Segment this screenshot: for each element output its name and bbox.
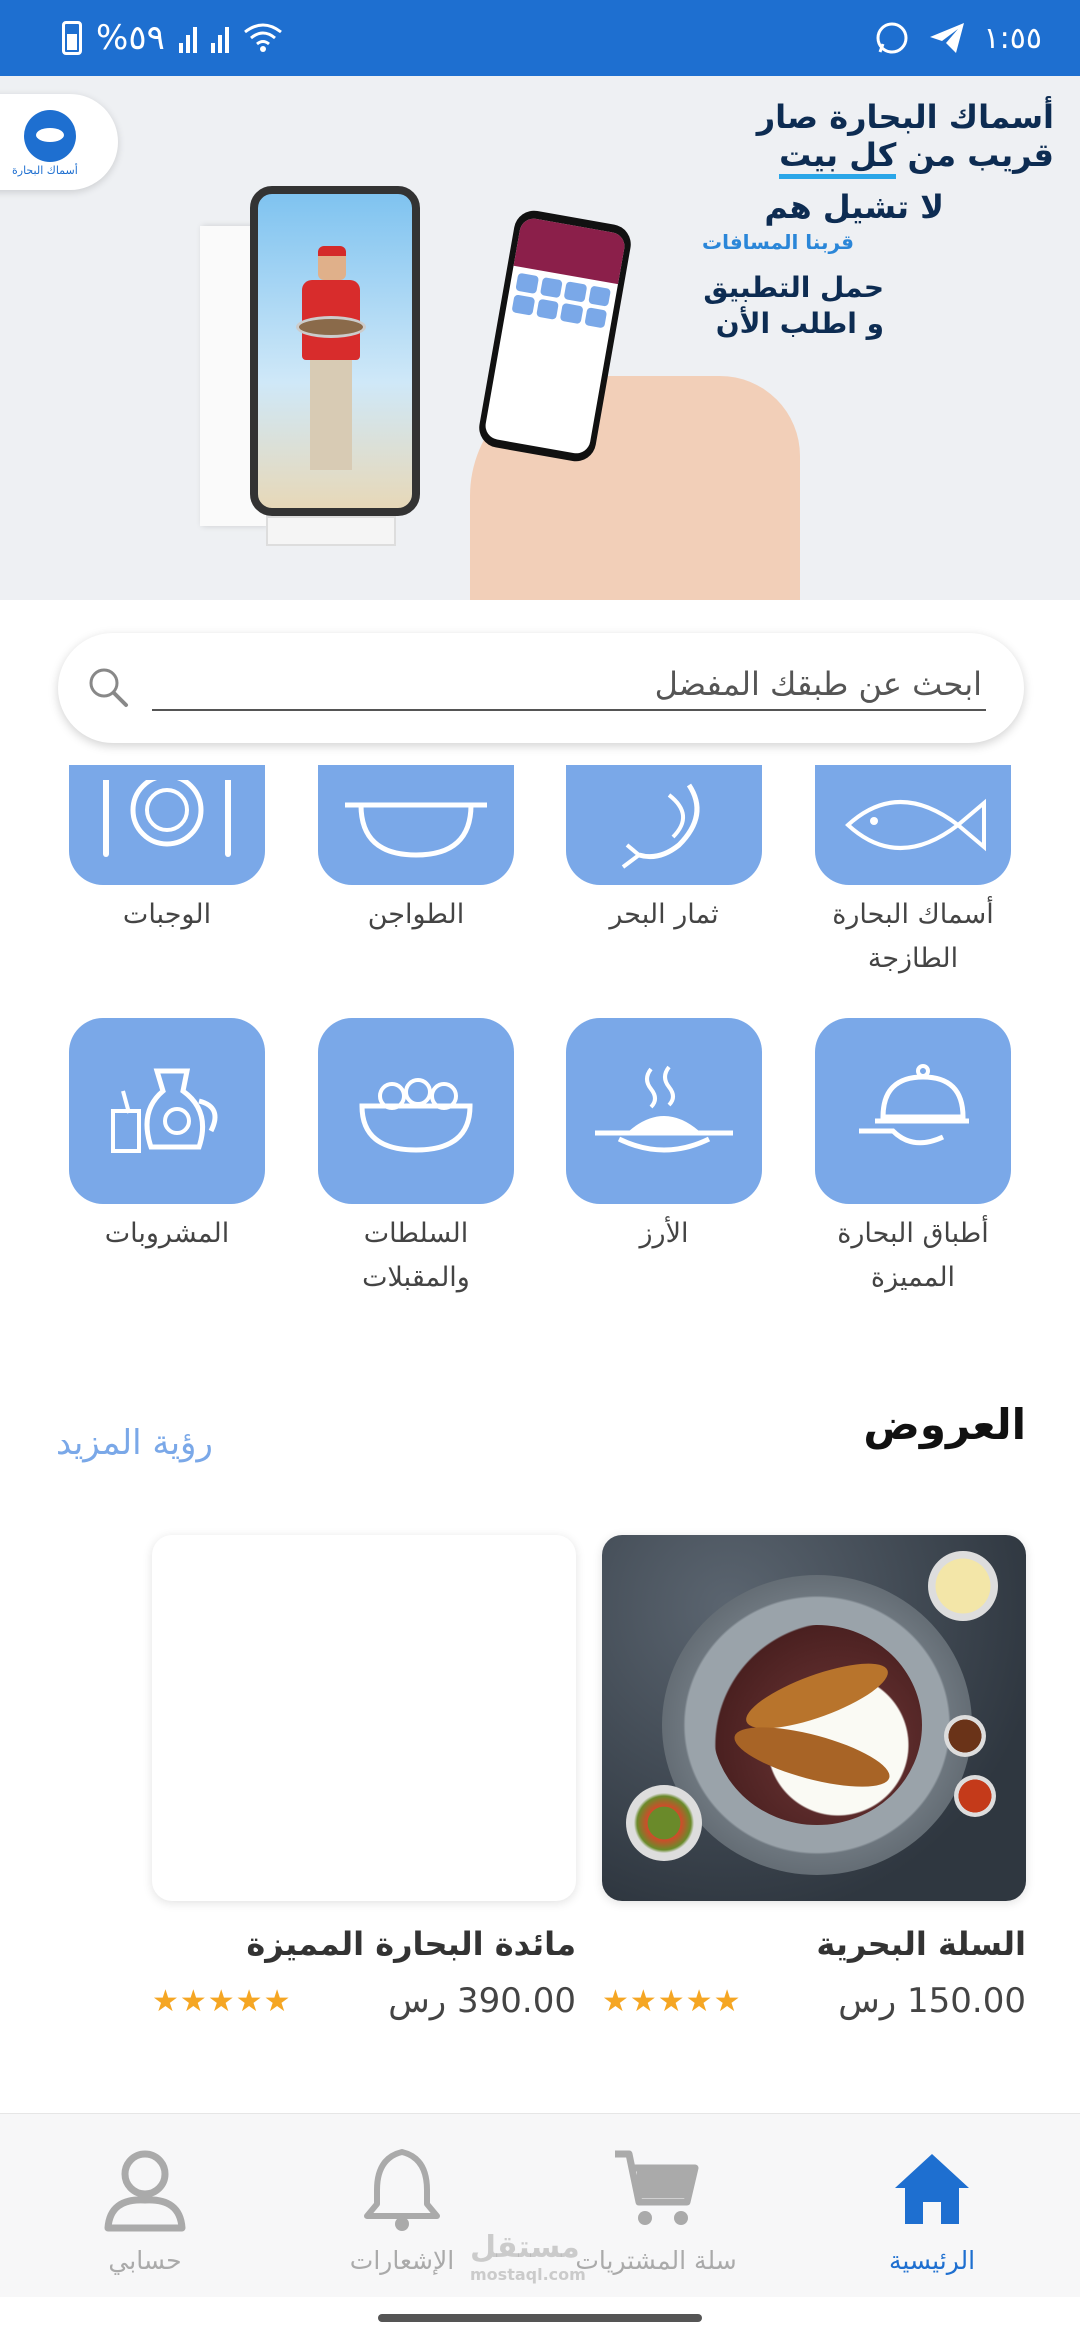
fish-icon xyxy=(845,798,986,852)
offer-card-signature-table[interactable]: مائدة البحارة المميزة ★★★★★ 390.00 رس xyxy=(152,1535,576,2021)
category-label: ثمار البحر xyxy=(609,899,719,930)
category-signature-dishes[interactable]: أطباق البحارة المميزة xyxy=(813,1018,1013,1300)
serving-cloche-icon xyxy=(859,1064,969,1146)
status-left: %٥٩ xyxy=(62,18,283,58)
category-tile[interactable] xyxy=(318,765,514,885)
logo-text: أسماك البحارة xyxy=(12,164,78,177)
category-rice[interactable]: الأرز xyxy=(564,1018,764,1256)
category-label: الطواجن xyxy=(367,899,465,930)
promo-banner[interactable]: أسماك البحارة أسماك البحارة صار قريب من … xyxy=(0,76,1080,600)
offer-name: مائدة البحارة المميزة xyxy=(246,1925,576,1963)
battery-level: %٥٩ xyxy=(96,18,165,58)
banner-line-5b: و اطلب الأن xyxy=(715,307,884,340)
category-fresh-fish[interactable]: أسماك البحارة الطازجة xyxy=(813,765,1013,981)
signal-icon-2 xyxy=(210,23,229,53)
plate-cutlery-icon xyxy=(103,780,231,857)
offer-name: السلة البحرية xyxy=(816,1925,1026,1963)
category-drinks[interactable]: المشروبات xyxy=(67,1018,267,1256)
banner-line-1: أسماك البحارة صار xyxy=(756,98,1054,136)
shrimp-icon xyxy=(621,783,700,869)
signal-icon xyxy=(178,23,197,53)
category-tile[interactable] xyxy=(566,1018,762,1204)
category-label: أطباق البحارة المميزة xyxy=(837,1218,989,1293)
rating-stars: ★★★★★ xyxy=(152,1983,292,2019)
offer-card-seafood-basket[interactable]: السلة البحرية ★★★★★ 150.00 رس xyxy=(602,1535,1026,2021)
bell-icon xyxy=(364,2149,440,2231)
nav-label: حسابي xyxy=(108,2246,182,2275)
category-tile[interactable] xyxy=(815,765,1011,885)
see-more-link[interactable]: رؤية المزيد xyxy=(56,1423,213,1463)
status-bar: %٥٩ ١:٥٥ xyxy=(0,0,1080,76)
category-label: أسماك البحارة الطازجة xyxy=(832,899,994,974)
nav-home[interactable]: الرئيسية xyxy=(832,2144,1032,2275)
category-tile[interactable] xyxy=(69,1018,265,1204)
nav-label: سلة المشتريات xyxy=(575,2246,737,2275)
fish-logo-icon xyxy=(24,110,76,162)
banner-line-4: قربنا المسافات xyxy=(701,230,854,254)
search-input[interactable] xyxy=(152,659,986,711)
category-label: المشروبات xyxy=(104,1218,230,1249)
category-tile[interactable] xyxy=(815,1018,1011,1204)
wifi-icon xyxy=(243,23,282,52)
nav-account[interactable]: حسابي xyxy=(45,2144,245,2275)
banner-line-3: لا تشيل هم xyxy=(764,188,944,226)
category-tile[interactable] xyxy=(318,1018,514,1204)
search-icon[interactable] xyxy=(86,665,130,709)
watermark-main: مستقل xyxy=(470,2230,580,2265)
offer-meta: ★★★★★ 150.00 رس xyxy=(602,1981,1026,2021)
banner-line-5a: حمل التطبيق xyxy=(703,271,884,304)
banner-line-2: قريب من كل بيت xyxy=(574,136,1055,179)
watermark: مستقل mostaql.com xyxy=(470,2230,586,2284)
offer-image-placeholder[interactable] xyxy=(152,1535,576,1901)
category-meals[interactable]: الوجبات xyxy=(67,765,267,937)
category-label: الأرز xyxy=(639,1218,689,1249)
category-label: الوجبات xyxy=(122,899,212,930)
offer-price: 150.00 رس xyxy=(838,1981,1026,2021)
nav-cart[interactable]: سلة المشتريات xyxy=(556,2144,756,2275)
user-icon xyxy=(104,2150,186,2232)
whatsapp-icon xyxy=(876,22,908,54)
delivery-person-graphic xyxy=(296,246,366,476)
offer-meta: ★★★★★ 390.00 رس xyxy=(152,1981,576,2021)
salad-bowl-icon xyxy=(359,1078,473,1153)
battery-icon xyxy=(62,21,82,55)
search-bar[interactable] xyxy=(58,633,1024,743)
offer-image[interactable] xyxy=(602,1535,1026,1901)
drinks-icon xyxy=(111,1068,218,1153)
status-right: ١:٥٥ xyxy=(874,18,1042,58)
pot-icon xyxy=(345,802,487,858)
category-casseroles[interactable]: الطواجن xyxy=(316,765,516,937)
category-tile[interactable] xyxy=(69,765,265,885)
offer-price: 390.00 رس xyxy=(388,1981,576,2021)
home-indicator[interactable] xyxy=(378,2314,702,2322)
rice-dish-icon xyxy=(595,1065,733,1153)
watermark-sub: mostaql.com xyxy=(470,2265,586,2284)
home-icon xyxy=(895,2154,969,2224)
banner-line-2-highlight: كل بيت xyxy=(779,136,897,179)
cart-icon xyxy=(615,2150,699,2225)
banner-line-2-pre: قريب من xyxy=(896,136,1055,174)
category-seafood[interactable]: ثمار البحر xyxy=(564,765,764,937)
category-label: السلطات والمقبلات xyxy=(362,1218,470,1293)
brand-logo: أسماك البحارة xyxy=(0,94,118,190)
steps-graphic xyxy=(266,516,396,546)
category-salads[interactable]: السلطات والمقبلات xyxy=(316,1018,516,1300)
category-tile[interactable] xyxy=(566,765,762,885)
rating-stars: ★★★★★ xyxy=(602,1983,742,2019)
banner-headline: أسماك البحارة صار قريب من كل بيت لا تشيل… xyxy=(574,98,1054,342)
offers-title: العروض xyxy=(863,1400,1026,1449)
nav-label: الرئيسية xyxy=(888,2246,976,2275)
telegram-icon xyxy=(929,23,964,53)
clock: ١:٥٥ xyxy=(983,20,1042,56)
